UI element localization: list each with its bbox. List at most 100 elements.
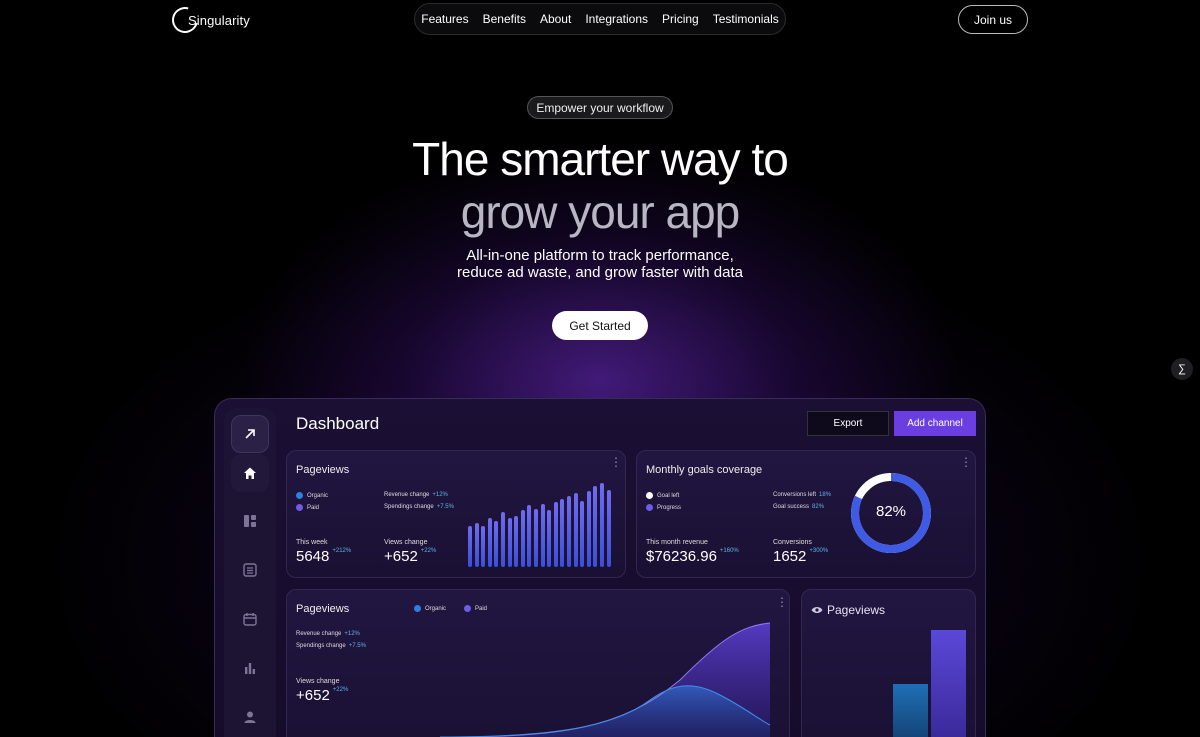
framer-badge-icon[interactable]: ∑ bbox=[1171, 358, 1193, 380]
legend-dot-organic bbox=[414, 605, 421, 612]
home-icon[interactable] bbox=[231, 454, 269, 492]
legend-dot-paid bbox=[296, 504, 303, 511]
revenue-change-value: +12% bbox=[344, 631, 360, 637]
hero-subtitle-line2: reduce ad waste, and grow faster with da… bbox=[457, 264, 743, 281]
eye-icon bbox=[811, 607, 823, 613]
pageviews-mini-header: Pageviews bbox=[811, 603, 885, 617]
goal-success-value: 82% bbox=[812, 504, 825, 510]
this-week-value: 5648 bbox=[296, 548, 330, 565]
legend-organic: Organic bbox=[414, 605, 446, 612]
pageviews-area-chart bbox=[440, 622, 771, 737]
legend-goal-left-label: Goal left bbox=[657, 493, 680, 500]
pageviews-bar bbox=[586, 491, 591, 567]
join-us-button[interactable]: Join us bbox=[958, 5, 1028, 34]
spendings-change-label: Spendings change bbox=[296, 643, 346, 649]
goals-card-title: Monthly goals coverage bbox=[646, 464, 763, 476]
calendar-icon[interactable] bbox=[231, 600, 269, 638]
pageviews-bar bbox=[468, 525, 472, 567]
pageviews-bar bbox=[547, 510, 552, 567]
more-options-icon[interactable]: ⋮ bbox=[776, 596, 788, 608]
top-nav: Features Benefits About Integrations Pri… bbox=[414, 3, 786, 35]
legend-dot-paid bbox=[464, 605, 471, 612]
legend-paid-label: Paid bbox=[307, 505, 320, 512]
legend-goal-left: Goal left bbox=[646, 492, 679, 499]
more-options-icon[interactable]: ⋮ bbox=[960, 456, 972, 468]
brand-logo[interactable]: Singularity bbox=[167, 2, 250, 38]
hero-title-line1: The smarter way to bbox=[412, 133, 789, 185]
user-icon[interactable] bbox=[231, 698, 269, 736]
arrow-up-right-icon[interactable] bbox=[231, 415, 269, 453]
donut-value: 82% bbox=[875, 503, 907, 520]
export-button[interactable]: Export bbox=[807, 411, 889, 436]
hero-subtitle-line1: All-in-one platform to track performance… bbox=[466, 247, 734, 264]
dashboard-title: Dashboard bbox=[296, 414, 380, 433]
views-change-change: +22% bbox=[332, 687, 349, 693]
revenue-value: $76236.96 bbox=[646, 548, 717, 565]
revenue-change-stat: Revenue change +12% bbox=[384, 492, 448, 498]
legend-organic-label: Organic bbox=[425, 606, 447, 613]
legend-organic: Organic bbox=[296, 492, 328, 499]
pageviews-bar bbox=[567, 495, 571, 567]
pageviews-bar bbox=[494, 521, 499, 567]
spendings-change-value: +7.5% bbox=[436, 504, 454, 510]
layout-icon[interactable] bbox=[231, 502, 269, 540]
pageviews-bar bbox=[573, 492, 578, 567]
nav-about[interactable]: About bbox=[540, 12, 571, 26]
conversions-stat: 1652 +300% bbox=[773, 548, 828, 565]
conversions-label: Conversions bbox=[773, 539, 812, 546]
add-channel-button[interactable]: Add channel bbox=[894, 411, 976, 436]
pageviews-card-title: Pageviews bbox=[296, 464, 350, 476]
views-change-stat: +652 +22% bbox=[296, 687, 348, 704]
legend-paid-label: Paid bbox=[475, 606, 488, 613]
pageviews-bar bbox=[474, 522, 479, 567]
pageviews-area-title: Pageviews bbox=[296, 603, 350, 615]
pageviews-bar bbox=[487, 518, 492, 567]
nav-integrations[interactable]: Integrations bbox=[585, 12, 648, 26]
pageviews-bar bbox=[527, 505, 532, 567]
get-started-button[interactable]: Get Started bbox=[552, 311, 648, 340]
revenue-label: This month revenue bbox=[646, 539, 708, 546]
table-icon[interactable] bbox=[231, 551, 269, 589]
views-change-value: +652 bbox=[384, 548, 418, 565]
legend-paid: Paid bbox=[464, 605, 487, 612]
pageviews-bar bbox=[501, 511, 505, 567]
pageviews-bar bbox=[534, 508, 538, 567]
nav-testimonials[interactable]: Testimonials bbox=[713, 12, 779, 26]
spendings-change-label: Spendings change bbox=[384, 504, 434, 510]
legend-dot-progress bbox=[646, 504, 653, 511]
pageviews-bar bbox=[540, 503, 545, 567]
pageviews-mini-bar bbox=[893, 683, 928, 737]
nav-pricing[interactable]: Pricing bbox=[662, 12, 699, 26]
revenue-change: +160% bbox=[719, 548, 739, 554]
pageviews-bar bbox=[514, 516, 519, 567]
nav-benefits[interactable]: Benefits bbox=[483, 12, 526, 26]
goal-success-label: Goal success bbox=[773, 504, 810, 510]
this-week-label: This week bbox=[296, 539, 328, 546]
conversions-change: +300% bbox=[809, 548, 829, 554]
views-change-change: +22% bbox=[420, 548, 437, 554]
bar-chart-icon[interactable] bbox=[231, 649, 269, 687]
nav-features[interactable]: Features bbox=[421, 12, 468, 26]
spendings-change-value: +7.5% bbox=[348, 643, 366, 649]
pageviews-bar bbox=[593, 486, 598, 567]
legend-progress: Progress bbox=[646, 504, 681, 511]
conversions-left-value: 18% bbox=[819, 492, 832, 498]
pageviews-mini-title: Pageviews bbox=[827, 603, 886, 617]
logo-ring-icon bbox=[167, 2, 203, 38]
legend-progress-label: Progress bbox=[657, 505, 682, 512]
pageviews-bar bbox=[507, 518, 512, 567]
revenue-change-value: +12% bbox=[432, 492, 448, 498]
pageviews-bar bbox=[600, 483, 604, 567]
more-options-icon[interactable]: ⋮ bbox=[610, 456, 622, 468]
spendings-change-stat: Spendings change +7.5% bbox=[384, 504, 454, 510]
pageviews-bar bbox=[606, 489, 611, 567]
hero-badge: Empower your workflow bbox=[527, 96, 673, 119]
revenue-stat: $76236.96 +160% bbox=[646, 548, 739, 565]
legend-organic-label: Organic bbox=[307, 493, 329, 500]
legend-dot-organic bbox=[296, 492, 303, 499]
pageviews-mini-bar bbox=[931, 630, 966, 737]
spendings-change-stat: Spendings change +7.5% bbox=[296, 643, 366, 649]
pageviews-bar bbox=[481, 525, 486, 567]
views-change-stat: +652 +22% bbox=[384, 548, 436, 565]
pageviews-bar bbox=[553, 502, 558, 567]
